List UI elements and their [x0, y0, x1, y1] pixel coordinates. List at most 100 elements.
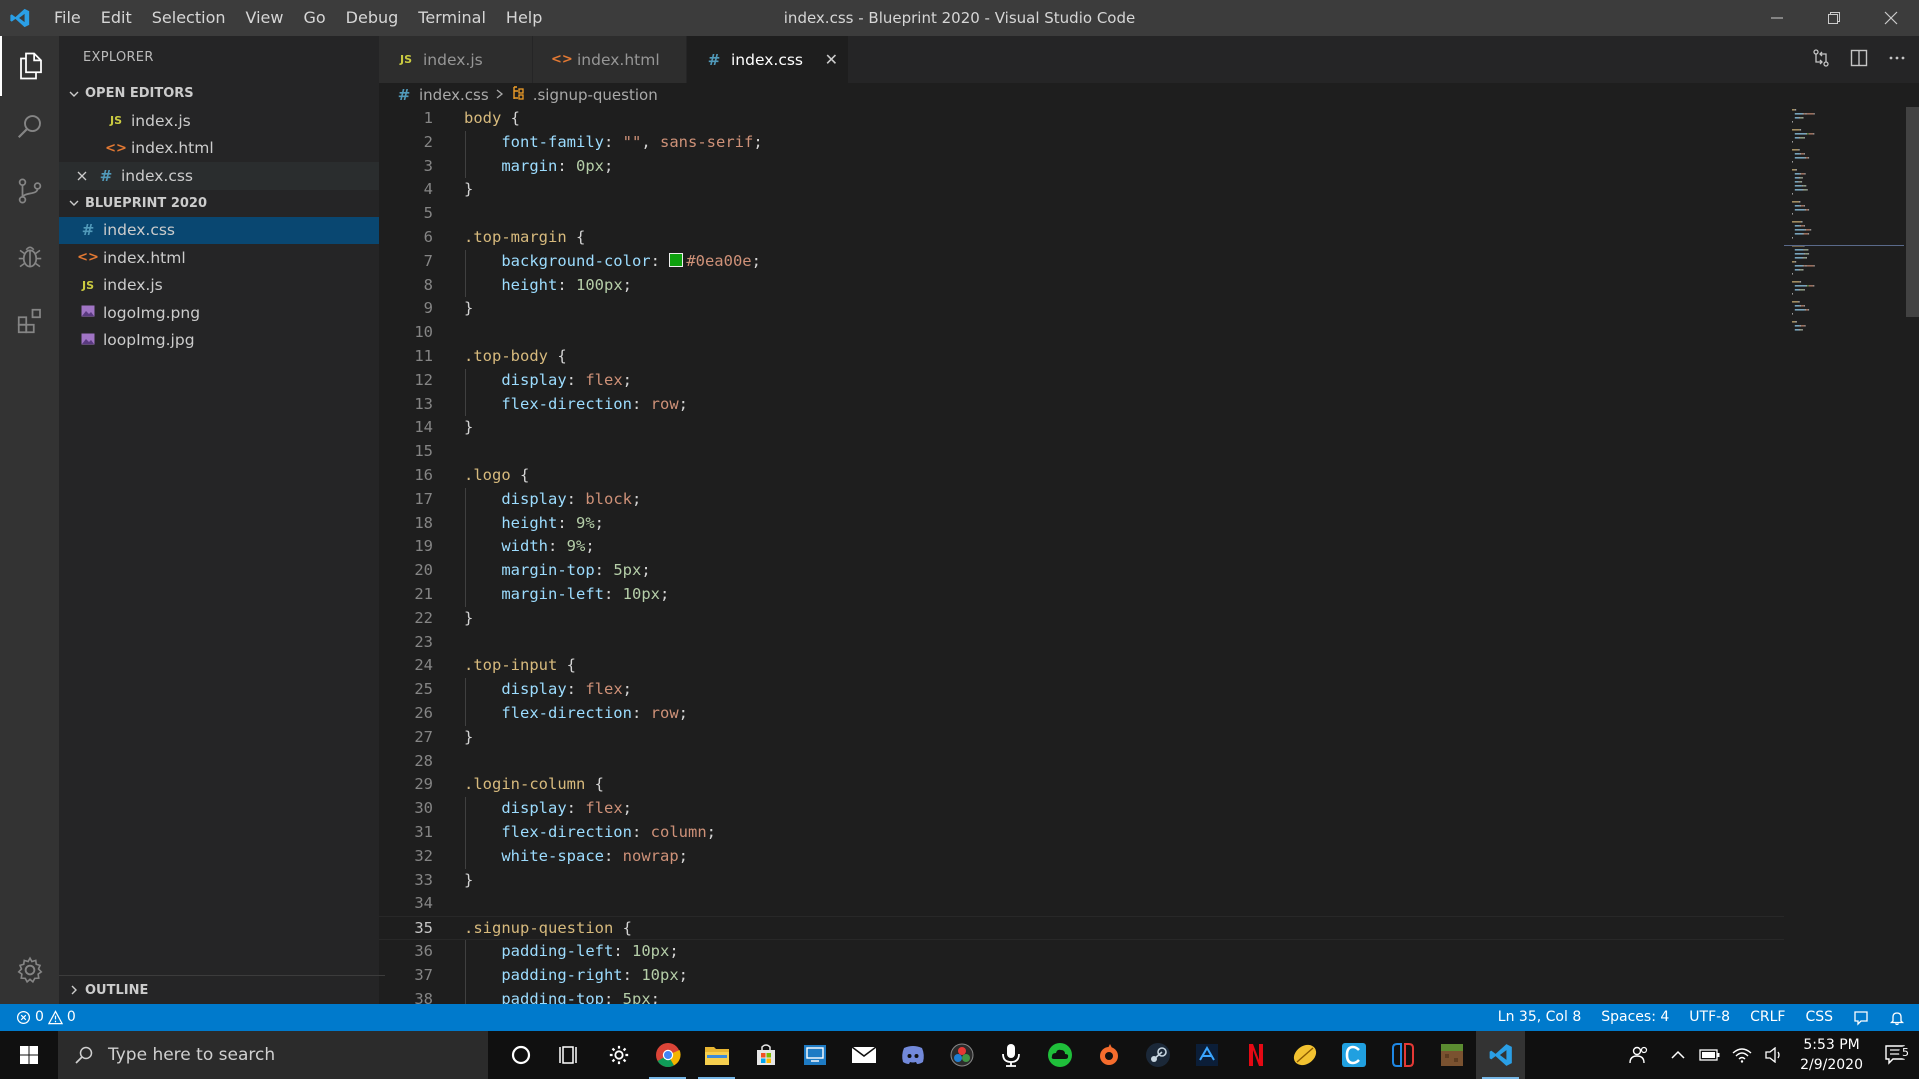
menu-view[interactable]: View	[236, 0, 294, 36]
chrome-app[interactable]	[643, 1031, 692, 1079]
code-line[interactable]: 17 display: block;	[379, 488, 1784, 512]
code-line[interactable]: 23	[379, 631, 1784, 655]
code-line[interactable]: 29 .login-column {	[379, 773, 1784, 797]
code-line[interactable]: 28	[379, 750, 1784, 774]
discord-app[interactable]	[888, 1031, 937, 1079]
code-line[interactable]: 10	[379, 321, 1784, 345]
wifi-button[interactable]	[1726, 1047, 1758, 1063]
source-control-activity-button[interactable]	[0, 161, 59, 221]
netflix-app[interactable]	[1231, 1031, 1280, 1079]
menu-edit[interactable]: Edit	[91, 0, 142, 36]
code-line[interactable]: 26 flex-direction: row;	[379, 702, 1784, 726]
switch-app[interactable]	[1378, 1031, 1427, 1079]
project-folder-header[interactable]: BLUEPRINT 2020	[59, 190, 379, 217]
explorer-activity-button[interactable]	[0, 36, 59, 96]
close-window-button[interactable]	[1862, 0, 1919, 36]
cortana-button[interactable]	[496, 1031, 545, 1079]
file-item-logoimg-png[interactable]: logoImg.png	[59, 299, 379, 327]
breadcrumb-file[interactable]: index.css	[419, 86, 489, 104]
cloud-app[interactable]	[1035, 1031, 1084, 1079]
code-line[interactable]: 36 padding-left: 10px;	[379, 940, 1784, 964]
volume-button[interactable]	[1758, 1047, 1790, 1063]
code-line[interactable]: 21 margin-left: 10px;	[379, 583, 1784, 607]
menu-terminal[interactable]: Terminal	[408, 0, 496, 36]
debug-activity-button[interactable]	[0, 226, 59, 286]
code-line[interactable]: 37 padding-right: 10px;	[379, 964, 1784, 988]
code-line[interactable]: 35 .signup-question {	[379, 916, 1784, 940]
people-button[interactable]	[1616, 1045, 1662, 1065]
action-center-button[interactable]: 5	[1873, 1044, 1919, 1066]
game-app[interactable]	[1182, 1031, 1231, 1079]
notifications-button[interactable]	[1879, 1010, 1919, 1026]
code-line[interactable]: 14}	[379, 416, 1784, 440]
code-line[interactable]: 5	[379, 202, 1784, 226]
code-line[interactable]: 9}	[379, 297, 1784, 321]
menu-file[interactable]: File	[44, 0, 91, 36]
code-editor[interactable]: 1 body {2 font-family: "", sans-serif; 3 m…	[379, 107, 1784, 1004]
code-line[interactable]: 16 .logo {	[379, 464, 1784, 488]
code-line[interactable]: 18 height: 9%;	[379, 512, 1784, 536]
menu-go[interactable]: Go	[293, 0, 335, 36]
open-editor-item-index-js[interactable]: JS index.js	[59, 107, 379, 135]
file-item-index-html[interactable]: <> index.html	[59, 244, 379, 272]
system-clock[interactable]: 5:53 PM 2/9/2020	[1790, 1035, 1873, 1075]
restore-button[interactable]	[1805, 0, 1862, 36]
open-editors-header[interactable]: OPEN EDITORS	[59, 80, 379, 107]
mail-app[interactable]	[839, 1031, 888, 1079]
settings-app[interactable]	[594, 1031, 643, 1079]
davinci-resolve-app[interactable]	[937, 1031, 986, 1079]
eol-status[interactable]: CRLF	[1740, 1004, 1795, 1031]
color-swatch[interactable]	[669, 252, 684, 267]
code-line[interactable]: 31 flex-direction: column;	[379, 821, 1784, 845]
indentation-status[interactable]: Spaces: 4	[1591, 1004, 1679, 1031]
encoding-status[interactable]: UTF-8	[1679, 1004, 1740, 1031]
close-tab-button[interactable]: ✕	[825, 50, 838, 69]
search-activity-button[interactable]	[0, 96, 59, 156]
code-line[interactable]: 27}	[379, 726, 1784, 750]
code-line[interactable]: 22}	[379, 607, 1784, 631]
tab-index-css[interactable]: # index.css ✕	[687, 36, 849, 83]
editor-scrollbar-thumb[interactable]	[1906, 107, 1919, 317]
close-editor-icon[interactable]	[69, 170, 95, 182]
microsoft-store-app[interactable]	[741, 1031, 790, 1079]
tab-index-js[interactable]: JS index.js	[379, 36, 533, 83]
minecraft-app[interactable]	[1427, 1031, 1476, 1079]
menu-selection[interactable]: Selection	[142, 0, 236, 36]
code-line[interactable]: 3 margin: 0px;	[379, 155, 1784, 179]
more-actions-button[interactable]	[1887, 48, 1907, 72]
file-item-index-css[interactable]: # index.css	[59, 216, 379, 244]
breadcrumb-symbol[interactable]: .signup-question	[533, 86, 658, 104]
microphone-app[interactable]	[986, 1031, 1035, 1079]
tab-index-html[interactable]: <> index.html	[533, 36, 687, 83]
problems-status[interactable]: 0 0	[0, 1004, 86, 1031]
code-line[interactable]: 15	[379, 440, 1784, 464]
origin-app[interactable]	[1084, 1031, 1133, 1079]
menu-help[interactable]: Help	[496, 0, 552, 36]
code-line[interactable]: 25 display: flex;	[379, 678, 1784, 702]
code-line[interactable]: 2 font-family: "", sans-serif;	[379, 131, 1784, 155]
open-editor-item-index-css[interactable]: # index.css	[59, 162, 379, 190]
open-editor-item-index-html[interactable]: <> index.html	[59, 135, 379, 163]
split-editor-button[interactable]	[1849, 48, 1869, 72]
code-line[interactable]: 19 width: 9%;	[379, 535, 1784, 559]
steam-app[interactable]	[1133, 1031, 1182, 1079]
code-line[interactable]: 38 padding-top: 5px;	[379, 988, 1784, 1004]
code-line[interactable]: 6 .top-margin {	[379, 226, 1784, 250]
winrar-app[interactable]	[1280, 1031, 1329, 1079]
task-view-button[interactable]	[545, 1031, 594, 1079]
feedback-button[interactable]	[1843, 1010, 1879, 1026]
remote-desktop-app[interactable]	[790, 1031, 839, 1079]
code-line[interactable]: 8 height: 100px;	[379, 274, 1784, 298]
language-mode[interactable]: CSS	[1795, 1004, 1843, 1031]
outline-header[interactable]: OUTLINE	[59, 975, 385, 1004]
code-line[interactable]: 1 body {	[379, 107, 1784, 131]
code-line[interactable]: 11 .top-body {	[379, 345, 1784, 369]
code-line[interactable]: 13 flex-direction: row;	[379, 393, 1784, 417]
code-line[interactable]: 4}	[379, 178, 1784, 202]
taskbar-search-box[interactable]: Type here to search	[58, 1031, 488, 1079]
vscode-taskbar-app[interactable]	[1476, 1031, 1525, 1079]
code-line[interactable]: 7 background-color: #0ea00e;	[379, 250, 1784, 274]
file-item-loopimg-jpg[interactable]: loopImg.jpg	[59, 327, 379, 355]
code-line[interactable]: 12 display: flex;	[379, 369, 1784, 393]
code-line[interactable]: 33}	[379, 869, 1784, 893]
